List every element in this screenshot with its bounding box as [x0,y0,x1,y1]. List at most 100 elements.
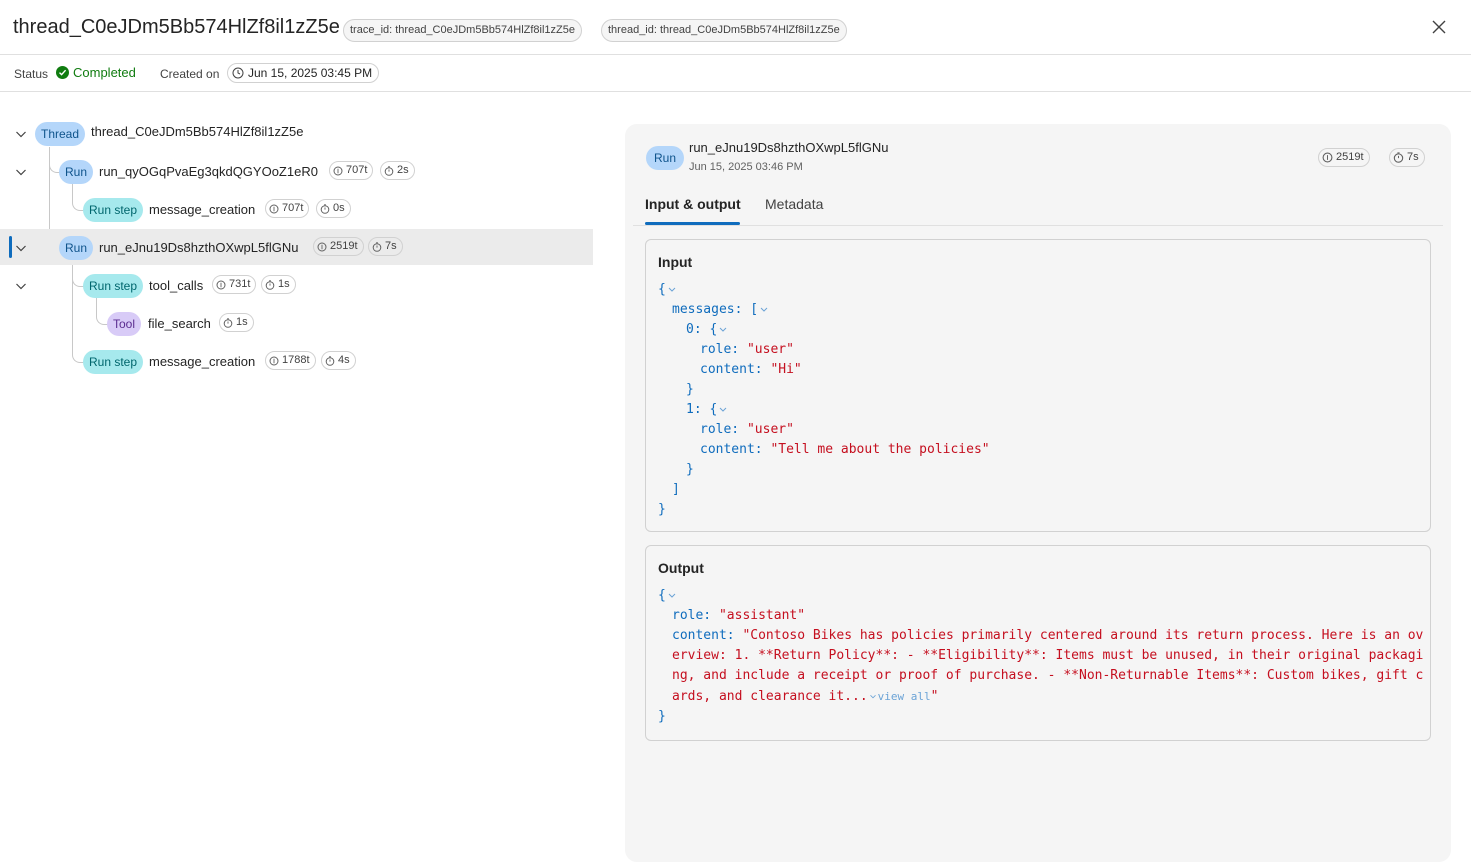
brace: } [658,502,666,517]
duration: 2s [380,161,415,180]
duration-value: 1s [236,316,248,328]
run-step-badge: Run step [83,274,144,298]
run-badge: Run [59,236,94,260]
collapse-chevron-icon[interactable] [717,405,729,415]
duration-value: 2s [397,164,409,176]
brace: { [658,588,666,603]
trace-tree: Thread thread_C0eJDm5Bb574HlZf8il1zZ5e R… [0,92,600,865]
detail-run-date: Jun 15, 2025 03:46 PM [689,161,803,173]
token-count: 2519t [1318,148,1370,167]
bracket: ] [672,482,680,497]
timer-icon [372,241,382,252]
node-name: file_search [148,316,211,331]
json-string: "Hi" [770,362,802,377]
bracket: [ [750,302,759,317]
status-value: Completed [73,65,136,80]
thread-id-pill: thread_id: thread_C0eJDm5Bb574HlZf8il1zZ… [601,19,847,42]
token-count: 707t [265,199,310,218]
json-string: "assistant" [718,608,806,623]
tree-row-thread[interactable]: Thread thread_C0eJDm5Bb574HlZf8il1zZ5e [0,115,593,151]
token-icon [269,356,279,365]
brace: } [658,709,666,724]
status-label: Status [14,67,49,81]
tab-input-output[interactable]: Input & output [645,196,741,212]
json-string: "Tell me about the policies" [770,442,990,457]
json-key: content: [700,362,763,377]
timer-icon [320,203,330,214]
created-date: Jun 15, 2025 03:45 PM [248,66,373,80]
collapse-chevron-icon[interactable] [666,591,678,601]
detail-run-name: run_eJnu19Ds8hzthOXwpL5flGNu [689,140,889,155]
view-all-link[interactable]: view all [878,690,931,703]
duration: 7s [1389,148,1425,167]
chevron-down-icon [869,694,876,698]
tree-row-run-step[interactable]: Run step tool_calls 731t 1s [0,267,593,303]
output-card: Output { role: "assistant" content: "Con… [645,545,1431,741]
tree-row-run-step[interactable]: Run step message_creation 1788t 4s [0,343,593,379]
clock-icon [232,67,244,79]
output-title: Output [658,560,704,576]
chevron-down-icon[interactable] [14,241,28,255]
run-badge: Run [59,160,94,184]
thread-badge: Thread [35,122,86,146]
timer-icon [384,165,394,176]
tree-row-tool[interactable]: Tool file_search 1s [0,305,593,341]
json-key: role: [700,422,740,437]
close-icon [1432,20,1446,34]
token-value: 2519t [1336,151,1364,163]
node-name: run_eJnu19Ds8hzthOXwpL5flGNu [99,240,299,255]
token-value: 707t [346,164,368,176]
json-string: " [930,689,939,704]
json-string: "Contoso Bikes has policies primarily ce… [742,628,1424,643]
close-button[interactable] [1428,16,1450,38]
timer-icon [223,317,233,328]
duration: 1s [261,275,296,294]
json-key: role: [672,608,712,623]
tree-row-run-step[interactable]: Run step message_creation 707t 0s [0,191,593,227]
trace-id-pill: trace_id: thread_C0eJDm5Bb574HlZf8il1zZ5… [343,19,583,42]
brace: { [658,282,666,297]
tab-divider [633,225,1443,226]
token-count: 2519t [313,237,364,256]
run-badge: Run [646,146,685,170]
token-count: 1788t [265,351,316,370]
json-key: 1: [686,402,702,417]
status-bar: Status Completed Created on Jun 15, 2025… [0,55,1471,92]
token-icon [269,204,279,213]
node-name: thread_C0eJDm5Bb574HlZf8il1zZ5e [91,124,304,139]
timer-icon [325,355,335,366]
duration: 0s [316,199,351,218]
duration-value: 1s [278,278,290,290]
token-value: 731t [229,278,251,290]
tree-row-run[interactable]: Run run_qyOGqPvaEg3qkdQGYOoZ1eR0 707t 2s [0,153,593,189]
timer-icon [1393,152,1404,163]
tree-row-run-selected[interactable]: Run run_eJnu19Ds8hzthOXwpL5flGNu 2519t 7… [0,229,593,265]
page-title: thread_C0eJDm5Bb574HlZf8il1zZ5e [13,16,340,38]
chevron-down-icon[interactable] [14,165,28,179]
json-string: "user" [746,342,794,357]
duration: 1s [219,313,254,332]
brace: } [686,462,694,477]
token-icon [333,166,343,175]
check-circle-icon [56,66,69,79]
run-step-badge: Run step [83,198,144,222]
detail-panel: Run run_eJnu19Ds8hzthOXwpL5flGNu Jun 15,… [625,124,1451,862]
status-badge: Completed [56,65,136,80]
duration: 4s [321,351,356,370]
node-name: tool_calls [149,278,204,293]
duration: 7s [368,237,403,256]
duration-value: 7s [1407,151,1419,163]
chevron-down-icon[interactable] [14,279,28,293]
collapse-chevron-icon[interactable] [758,305,770,315]
header: thread_C0eJDm5Bb574HlZf8il1zZ5e trace_id… [0,0,1471,55]
node-name: message_creation [149,354,256,369]
brace: { [709,322,718,337]
collapse-chevron-icon[interactable] [717,325,729,335]
tab-metadata[interactable]: Metadata [765,196,823,212]
collapse-chevron-icon[interactable] [666,285,678,295]
token-icon [1322,152,1333,163]
duration-value: 0s [333,202,345,214]
json-key: content: [700,442,763,457]
node-name: run_qyOGqPvaEg3qkdQGYOoZ1eR0 [99,164,318,179]
chevron-down-icon[interactable] [14,127,28,141]
